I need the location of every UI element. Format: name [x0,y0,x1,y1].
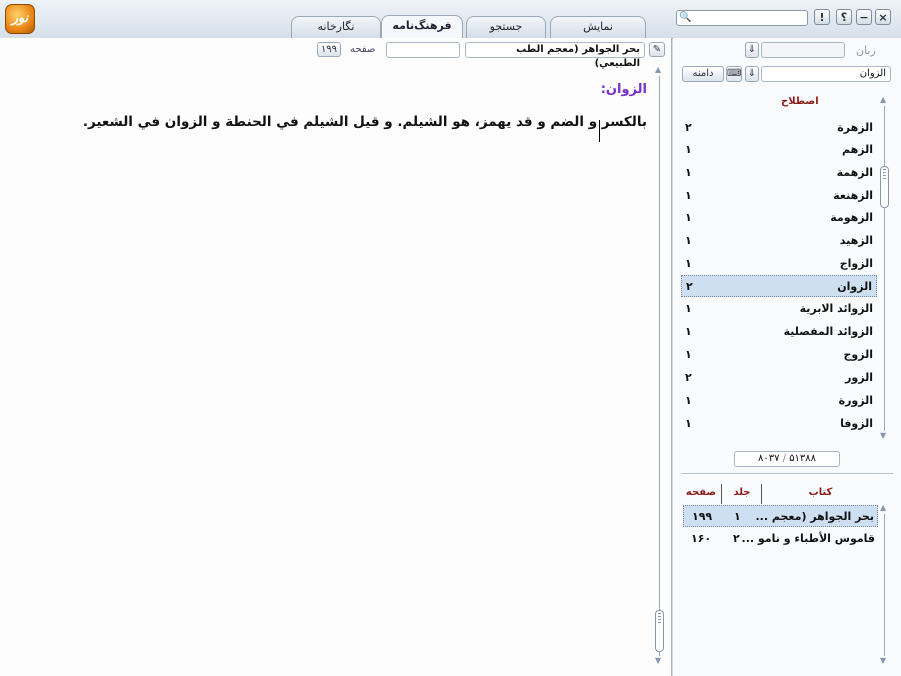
scroll-down-icon[interactable]: ▼ [880,657,886,665]
term-row-selected[interactable]: الزوان ۲ [681,275,877,297]
page-number: ۱۹۹ [317,42,341,57]
language-label: زبان [856,44,876,57]
term-list-scrollbar[interactable]: ▲ ▼ [879,96,891,441]
scroll-up-icon[interactable]: ▲ [655,66,661,74]
eraser-icon: ✎ [652,44,662,55]
books-header-page: صفحه [685,487,717,498]
language-dropdown-button[interactable]: ⇓ [745,42,759,58]
term-row[interactable]: الزواج ۱ [681,253,877,275]
close-button[interactable]: × [875,9,891,25]
term-row[interactable]: الزوائد الابرية ۱ [681,298,877,320]
keyboard-button[interactable]: ⌨ [726,66,742,82]
help-button[interactable]: ؟ [836,9,852,25]
term-input[interactable]: الزوان [761,66,891,82]
counter-total: ۵۱۳۸۸ [789,453,817,464]
language-select[interactable] [761,42,845,58]
tab-display[interactable]: نمایش [550,16,646,38]
scroll-up-icon[interactable]: ▲ [880,96,886,104]
books-header-book: کتاب [808,487,833,498]
scroll-down-icon[interactable]: ▼ [655,657,661,665]
term-row[interactable]: الزور ۲ [681,367,877,389]
term-row[interactable]: الزورة ۱ [681,390,877,412]
scroll-up-icon[interactable]: ▲ [880,504,886,512]
tab-search[interactable]: جستجو [466,16,546,38]
tab-gallery[interactable]: نگارخانه [291,16,381,38]
term-row[interactable]: الزوائد المفصلية ۱ [681,321,877,343]
page-label: صفحه [350,44,376,55]
arrow-down-icon: ⇓ [747,44,757,55]
source-book-field[interactable]: بحر الجواهر (معجم الطب الطبيعي) [465,42,645,69]
term-row[interactable]: الزوج ۱ [681,344,877,366]
term-row[interactable]: الزهم ۱ [681,139,877,161]
term-row[interactable]: الزهنعة ۱ [681,185,877,207]
column-divider [761,484,762,504]
source-book-button[interactable]: ✎ [649,42,665,57]
counter-current: ۸۰۳۷ [757,453,780,464]
content-scrollbar[interactable]: ▲ ▼ [654,66,666,666]
tab-encyclopedia[interactable]: فرهنگ‌نامه [381,15,463,38]
search-icon: 🔍 [679,12,692,23]
term-row[interactable]: الزهيد ۱ [681,230,877,252]
column-divider [721,484,722,504]
keyboard-icon: ⌨ [727,68,742,79]
minimize-button[interactable]: − [856,9,872,25]
scope-button[interactable]: دامنه [682,66,724,82]
term-row[interactable]: الزهمة ۱ [681,162,877,184]
term-row[interactable]: الزوفا ۱ [681,413,877,435]
divider [681,473,893,474]
page-input[interactable] [386,42,460,58]
app-logo: نور [5,4,35,34]
term-dropdown-button[interactable]: ⇓ [745,66,759,82]
book-row[interactable]: ۱۶۰ ۲ قاموس الأطباء و نامو ... [683,528,878,550]
info-button[interactable]: ! [814,9,830,25]
term-definition: بالكسر و الضم و قد يهمز، هو الشيلم. و قي… [82,114,647,130]
content-panel: ۱۹۹ صفحه بحر الجواهر (معجم الطب الطبيعي)… [0,38,672,676]
text-caret [599,120,600,142]
sidebar: زبان ⇓ دامنه ⌨ ⇓ الزوان اصطلاح الزهرة ۲ ا… [673,38,901,676]
term-row[interactable]: الزهرة ۲ [681,117,877,139]
arrow-down-icon: ⇓ [747,68,757,79]
books-scrollbar[interactable]: ▲ ▼ [879,504,891,666]
term-row[interactable]: الزهومة ۱ [681,207,877,229]
scroll-thumb[interactable] [655,610,664,652]
search-input[interactable]: 🔍 [676,10,808,26]
scroll-down-icon[interactable]: ▼ [880,432,886,440]
term-title: الزوان: [600,82,647,97]
scroll-thumb[interactable] [880,166,889,208]
term-list-header: اصطلاح [781,96,819,107]
books-header-volume: جلد [733,487,751,498]
term-counter: ۸۰۳۷ / ۵۱۳۸۸ [734,451,840,467]
book-row-selected[interactable]: ۱۹۹ ۱ بحر الجواهر (معجم ... [683,505,878,527]
